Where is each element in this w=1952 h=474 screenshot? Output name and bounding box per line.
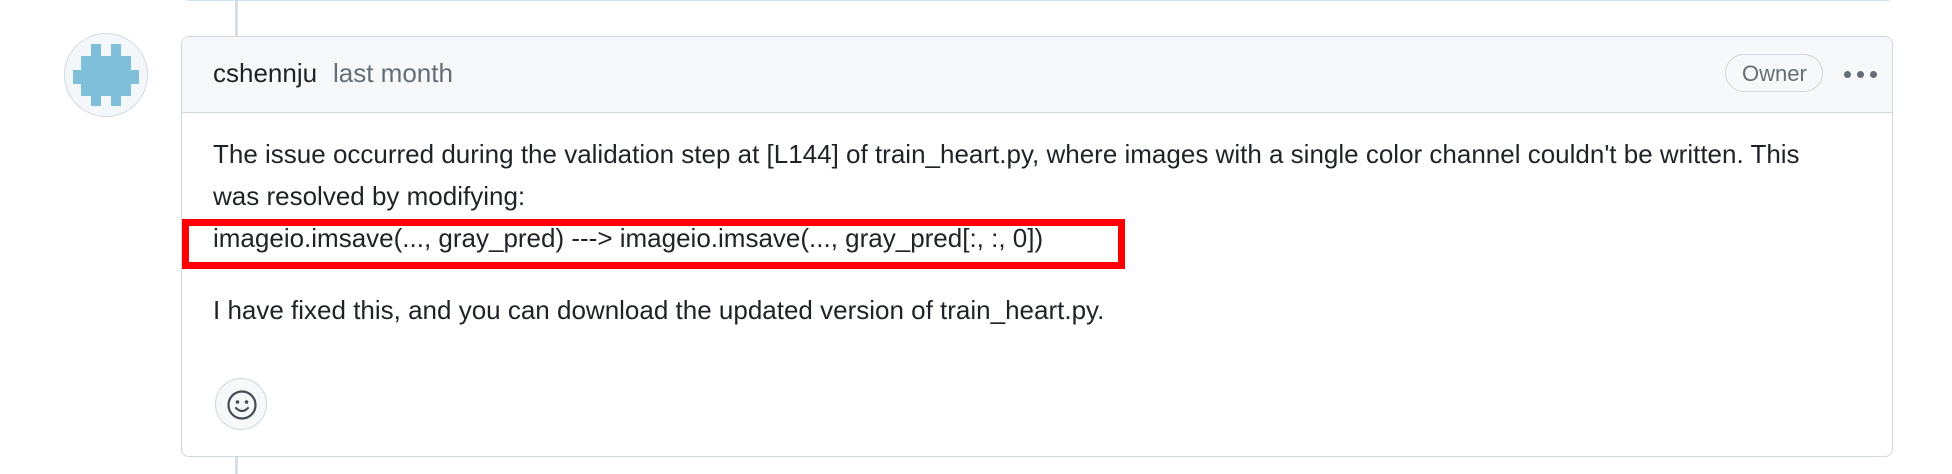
comment-header: cshennju last month Owner bbox=[182, 37, 1892, 113]
kebab-horizontal-icon[interactable] bbox=[1840, 59, 1880, 89]
comment-paragraph: The issue occurred during the validation… bbox=[213, 139, 1800, 211]
comment-paragraph-fix: I have fixed this, and you can download … bbox=[213, 295, 1105, 325]
smiley-icon bbox=[227, 390, 257, 420]
previous-comment-bottom bbox=[181, 0, 1895, 1]
owner-badge: Owner bbox=[1725, 54, 1823, 92]
code-change-line: imageio.imsave(..., gray_pred) ---> imag… bbox=[213, 223, 1044, 253]
comment-card: cshennju last month Owner The issue occu… bbox=[181, 36, 1893, 457]
comment-timestamp[interactable]: last month bbox=[333, 58, 453, 89]
add-reaction-button[interactable] bbox=[215, 378, 267, 430]
avatar[interactable] bbox=[65, 34, 147, 116]
comment-author[interactable]: cshennju bbox=[213, 58, 317, 89]
identicon-avatar bbox=[65, 34, 147, 116]
